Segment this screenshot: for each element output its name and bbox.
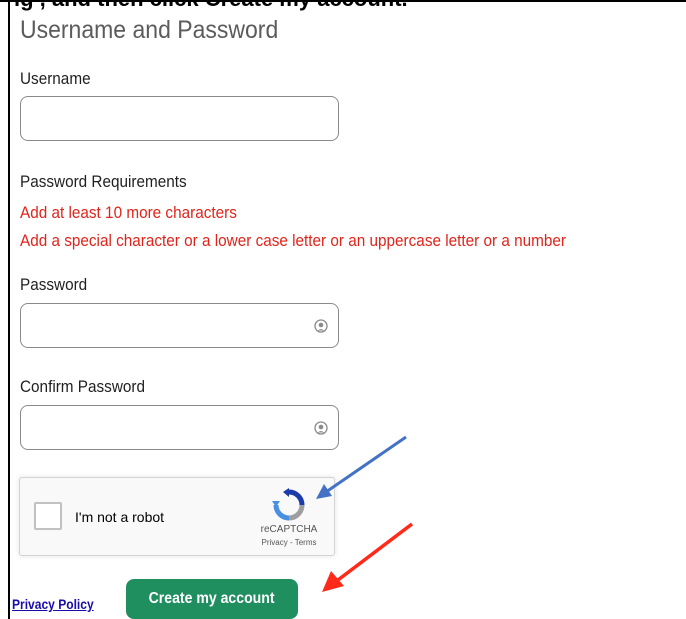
left-border bbox=[8, 0, 10, 619]
username-field[interactable] bbox=[20, 96, 339, 141]
recaptcha-widget: I'm not a robot reCAPTCHA Privacy - Term… bbox=[19, 477, 335, 556]
recaptcha-logo-icon bbox=[272, 488, 305, 521]
page: ig , and then click Create my account. U… bbox=[0, 0, 686, 619]
recaptcha-brand: reCAPTCHA bbox=[260, 524, 318, 535]
create-account-button[interactable]: Create my account bbox=[126, 579, 298, 619]
recaptcha-privacy-terms[interactable]: Privacy - Terms bbox=[242, 538, 336, 547]
password-field[interactable] bbox=[20, 303, 339, 348]
username-input[interactable] bbox=[21, 97, 338, 140]
password-input[interactable] bbox=[21, 304, 338, 347]
password-requirements-label: Password Requirements bbox=[20, 172, 187, 191]
username-label: Username bbox=[20, 69, 91, 88]
requirement-length: Add at least 10 more characters bbox=[20, 203, 237, 222]
recaptcha-checkbox[interactable] bbox=[34, 502, 62, 530]
eye-icon[interactable] bbox=[313, 420, 329, 436]
eye-icon[interactable] bbox=[313, 318, 329, 334]
create-account-button-label: Create my account bbox=[148, 590, 275, 607]
section-title: Username and Password bbox=[20, 16, 279, 44]
recaptcha-label: I'm not a robot bbox=[75, 509, 165, 525]
confirm-password-field[interactable] bbox=[20, 405, 339, 450]
confirm-password-input[interactable] bbox=[21, 406, 338, 449]
requirement-character-type: Add a special character or a lower case … bbox=[20, 231, 566, 250]
privacy-policy-link[interactable]: Privacy Policy bbox=[12, 596, 94, 612]
confirm-password-label: Confirm Password bbox=[20, 377, 145, 396]
password-label: Password bbox=[20, 275, 88, 294]
cropped-instruction-text: ig , and then click Create my account. bbox=[14, 0, 408, 10]
